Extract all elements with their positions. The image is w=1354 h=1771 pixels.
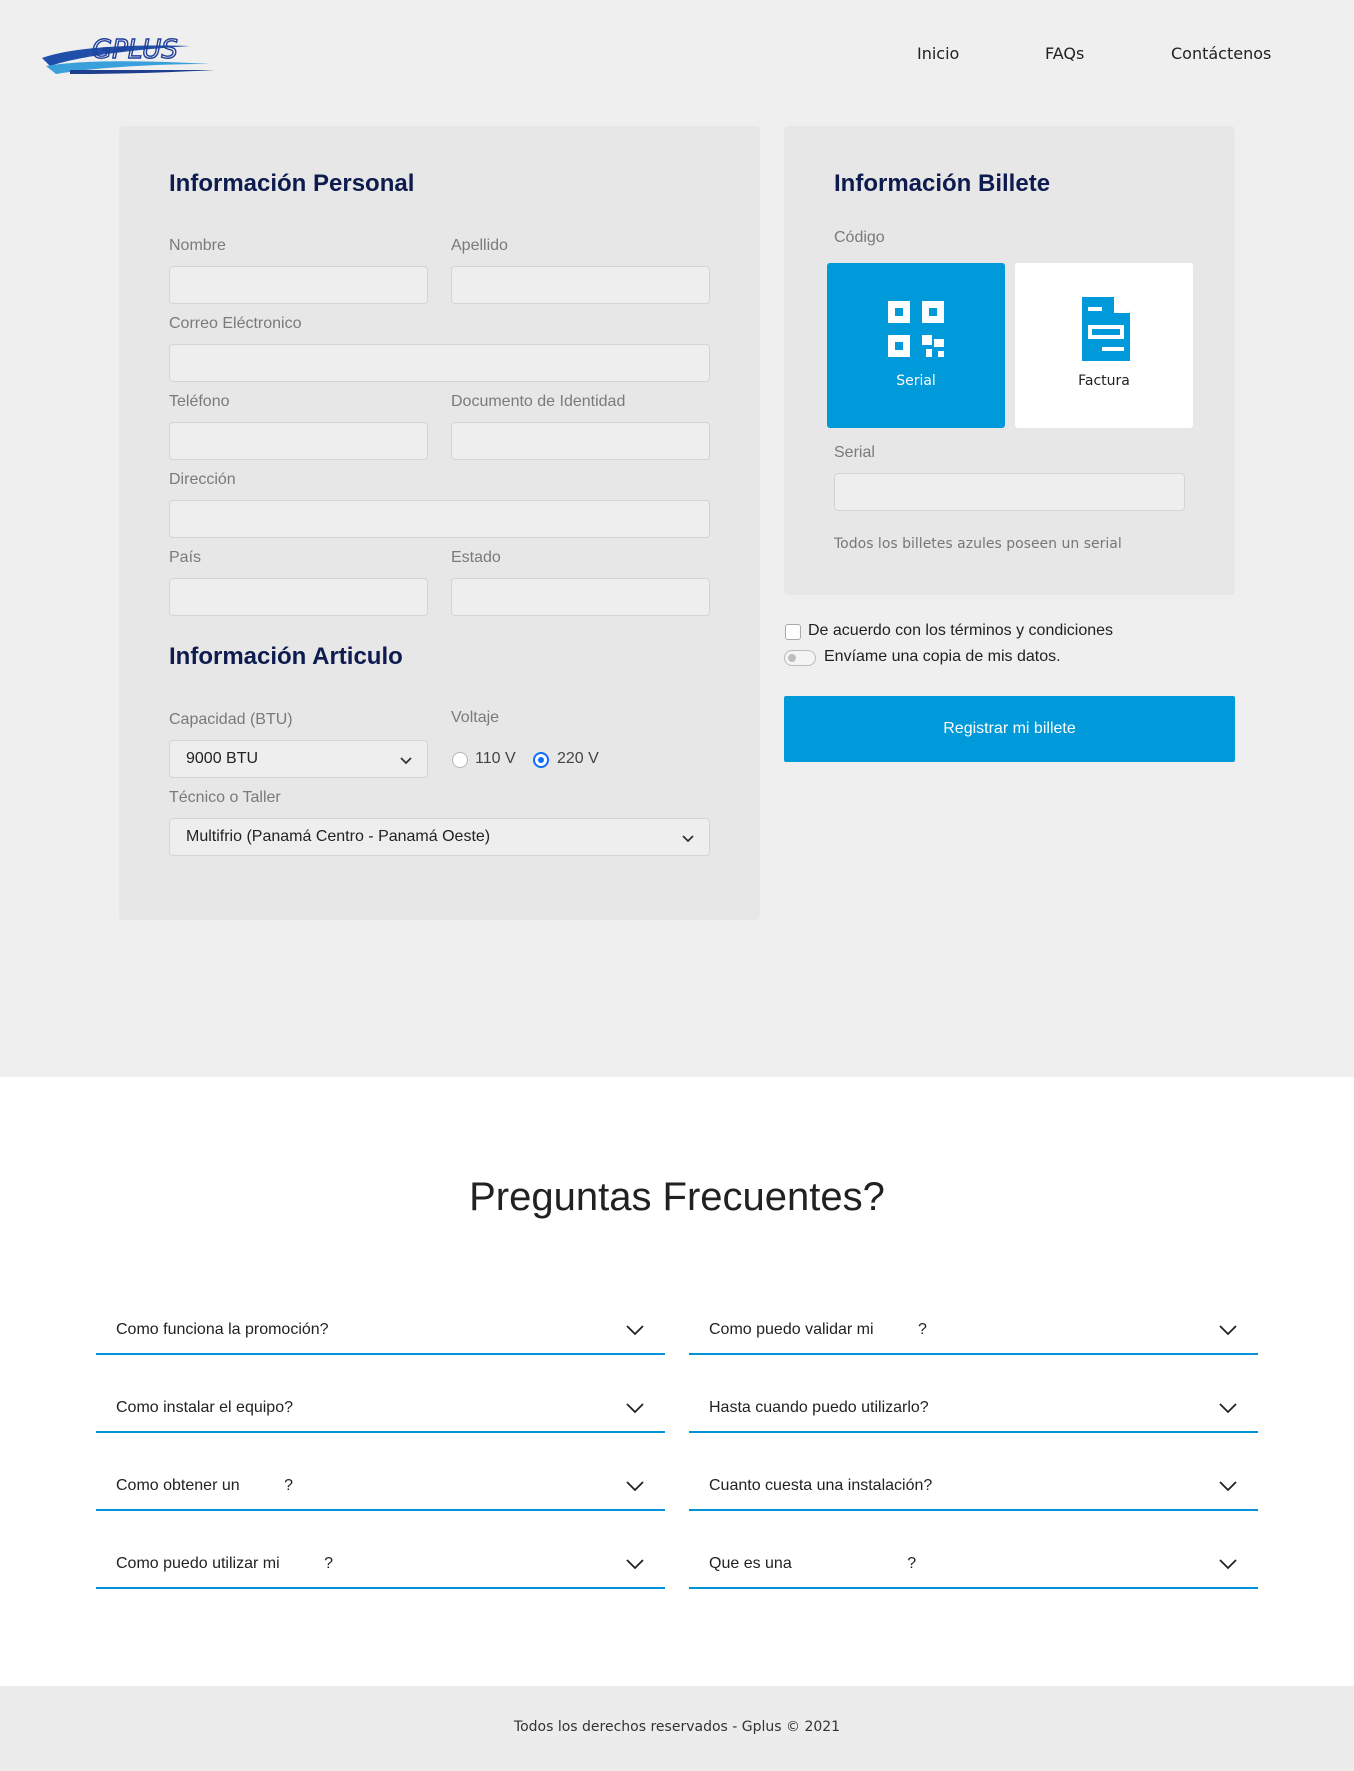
nav-faqs[interactable]: FAQs (1045, 44, 1084, 63)
register-ticket-button[interactable]: Registrar mi billete (784, 696, 1235, 762)
email-input[interactable] (169, 344, 710, 382)
radio-110v-label: 110 V (475, 750, 516, 767)
faq-item[interactable]: Como funciona la promoción? (96, 1305, 665, 1355)
documento-label: Documento de Identidad (451, 393, 626, 410)
capacidad-select[interactable]: 9000 BTU (169, 740, 428, 778)
faq-question: Como obtener un ? (116, 1477, 293, 1494)
personal-info-title: Información Personal (169, 170, 415, 197)
chevron-down-icon (1219, 1325, 1237, 1336)
telefono-input[interactable] (169, 422, 428, 460)
pais-input[interactable] (169, 578, 428, 616)
invoice-icon (1082, 297, 1130, 361)
radio-220v[interactable] (533, 752, 549, 768)
voltaje-label: Voltaje (451, 709, 500, 726)
direccion-input[interactable] (169, 500, 710, 538)
gplus-logo[interactable]: GPLUS (40, 30, 220, 80)
radio-220v-label: 220 V (557, 750, 599, 767)
copy-data-label: Envíame una copia de mis datos. (824, 648, 1061, 665)
billete-info-title: Información Billete (834, 170, 1051, 197)
nav-inicio[interactable]: Inicio (917, 44, 959, 63)
faq-question: Como instalar el equipo? (116, 1399, 293, 1416)
faq-section: Preguntas Frecuentes? Como funciona la p… (0, 1077, 1354, 1686)
faq-question: Que es una ? (709, 1555, 917, 1572)
faq-item[interactable]: Cuanto cuesta una instalación? (689, 1461, 1258, 1511)
site-footer: Todos los derechos reservados - Gplus © … (0, 1686, 1354, 1771)
capacidad-value: 9000 BTU (186, 750, 259, 767)
apellido-label: Apellido (451, 237, 508, 254)
telefono-label: Teléfono (169, 393, 230, 410)
estado-input[interactable] (451, 578, 710, 616)
faq-item[interactable]: Que es una ? (689, 1539, 1258, 1589)
faq-question: Como puedo utilizar mi ? (116, 1555, 333, 1572)
estado-label: Estado (451, 549, 501, 566)
tecnico-select[interactable]: Multifrio (Panamá Centro - Panamá Oeste) (169, 818, 710, 856)
chevron-down-icon (682, 835, 694, 843)
documento-input[interactable] (451, 422, 710, 460)
faq-item[interactable]: Como puedo validar mi ? (689, 1305, 1258, 1355)
logo-text: GPLUS (92, 35, 178, 65)
capacidad-label: Capacidad (BTU) (169, 711, 293, 728)
chevron-down-icon (1219, 1559, 1237, 1570)
email-label: Correo Eléctronico (169, 315, 302, 332)
articulo-info-title: Información Articulo (169, 643, 403, 670)
faq-question: Como funciona la promoción? (116, 1321, 329, 1338)
serial-input[interactable] (834, 473, 1185, 511)
nombre-label: Nombre (169, 237, 226, 254)
direccion-label: Dirección (169, 471, 236, 488)
terms-checkbox[interactable] (785, 624, 801, 640)
chevron-down-icon (626, 1325, 644, 1336)
factura-option-label: Factura (1078, 373, 1130, 389)
faq-question: Como puedo validar mi ? (709, 1321, 927, 1338)
chevron-down-icon (626, 1403, 644, 1414)
faq-item[interactable]: Hasta cuando puedo utilizarlo? (689, 1383, 1258, 1433)
faq-question: Cuanto cuesta una instalación? (709, 1477, 933, 1494)
tecnico-value: Multifrio (Panamá Centro - Panamá Oeste) (186, 828, 491, 845)
chevron-down-icon (626, 1481, 644, 1492)
site-header: GPLUS Inicio FAQs Contáctenos (0, 0, 1354, 110)
serial-label: Serial (834, 444, 875, 461)
qr-code-icon (888, 301, 944, 357)
chevron-down-icon (1219, 1481, 1237, 1492)
faq-item[interactable]: Como obtener un ? (96, 1461, 665, 1511)
serial-option-label: Serial (896, 373, 936, 389)
pais-label: País (169, 549, 202, 566)
nombre-input[interactable] (169, 266, 428, 304)
radio-110v[interactable] (452, 752, 468, 768)
faq-item[interactable]: Como puedo utilizar mi ? (96, 1539, 665, 1589)
serial-option-card[interactable]: Serial (827, 263, 1005, 428)
serial-hint: Todos los billetes azules poseen un seri… (834, 536, 1122, 552)
chevron-down-icon (1219, 1403, 1237, 1414)
chevron-down-icon (626, 1559, 644, 1570)
apellido-input[interactable] (451, 266, 710, 304)
chevron-down-icon (400, 757, 412, 765)
terms-label: De acuerdo con los términos y condicione… (808, 622, 1114, 639)
nav-contactenos[interactable]: Contáctenos (1171, 44, 1271, 63)
factura-option-card[interactable]: Factura (1015, 263, 1193, 428)
faq-title: Preguntas Frecuentes? (469, 1175, 885, 1219)
faq-question: Hasta cuando puedo utilizarlo? (709, 1399, 929, 1416)
copyright-text: Todos los derechos reservados - Gplus © … (513, 1719, 841, 1735)
copy-data-switch[interactable] (784, 650, 816, 666)
codigo-label: Código (834, 229, 885, 246)
tecnico-label: Técnico o Taller (169, 789, 281, 806)
faq-item[interactable]: Como instalar el equipo? (96, 1383, 665, 1433)
